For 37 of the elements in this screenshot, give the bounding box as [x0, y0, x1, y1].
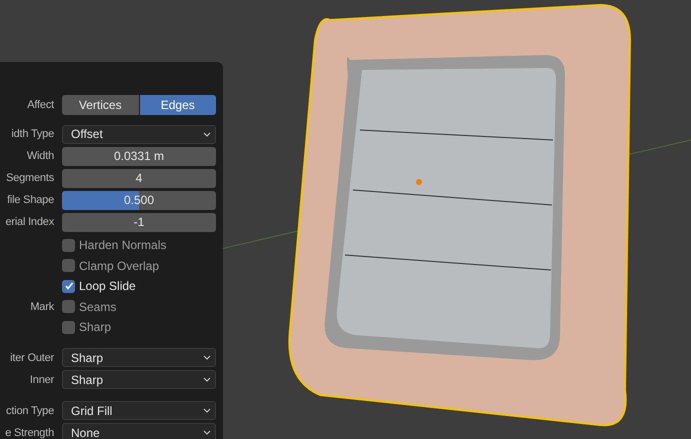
field-label: Width	[26, 150, 54, 162]
dropdown[interactable]: Sharp	[62, 348, 216, 368]
checkbox[interactable]: Harden Normals	[62, 238, 166, 252]
dropdown[interactable]: Sharp	[62, 370, 216, 390]
dropdown[interactable]: None	[62, 423, 216, 439]
dropdown[interactable]: Offset	[62, 124, 216, 144]
caret-icon	[203, 132, 211, 136]
field-label: Inner	[28, 374, 54, 386]
field-label: e Strength	[4, 426, 54, 439]
field-label: Mark	[29, 300, 54, 313]
affect-toggle[interactable]: Vertices	[62, 95, 138, 115]
field-label: ction Type	[5, 404, 54, 417]
checkbox-box[interactable]	[62, 259, 75, 272]
checkbox-box[interactable]	[62, 300, 75, 314]
dropdown[interactable]: Grid Fill	[62, 401, 216, 420]
checkbox-box[interactable]	[62, 280, 75, 293]
checkbox[interactable]: Seams	[62, 300, 116, 314]
slider[interactable]: 0.500	[62, 190, 216, 210]
checkbox[interactable]: Sharp	[62, 320, 112, 334]
checkbox[interactable]: Loop Slide	[62, 279, 136, 294]
checkbox-box[interactable]	[62, 238, 75, 252]
field-label: Affect	[26, 99, 54, 111]
checkbox-box[interactable]	[62, 320, 75, 334]
field-label: iter Outer	[9, 352, 54, 364]
field-label: Segments	[5, 172, 54, 184]
caret-icon	[203, 430, 211, 436]
field-label: idth Type	[10, 128, 54, 140]
field-label: file Shape	[6, 194, 54, 206]
caret-icon	[203, 377, 211, 382]
field-label: erial Index	[4, 216, 54, 228]
checkbox[interactable]: Clamp Overlap	[62, 258, 160, 273]
number-field[interactable]: 4	[62, 168, 216, 188]
number-field[interactable]: 0.0331 m	[62, 146, 216, 166]
caret-icon	[203, 408, 211, 414]
caret-icon	[203, 355, 211, 360]
affect-toggle[interactable]: Edges	[140, 95, 216, 115]
number-field[interactable]: -1	[62, 212, 216, 232]
